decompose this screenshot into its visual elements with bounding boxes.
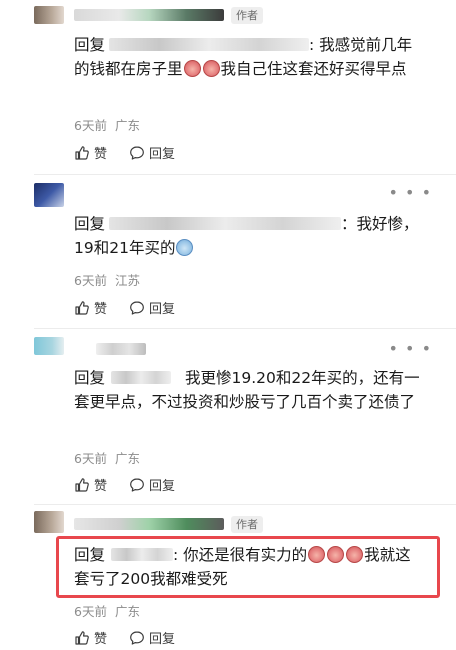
more-options-icon[interactable]: • • • [389,183,432,202]
mention-username[interactable] [109,217,342,230]
more-options-icon[interactable]: • • • [389,339,432,358]
comment-actions: 赞 回复 [74,628,175,647]
reply-prefix: 回复 [74,215,106,233]
reply-label: 回复 [149,632,176,647]
comment-time: 6天前 [74,604,107,619]
divider [34,328,456,329]
divider [34,504,456,505]
comment-time: 6天前 [74,118,107,133]
like-label: 赞 [94,479,108,494]
comment-time: 6天前 [74,451,107,466]
comment-meta: 6天前 广东 [74,448,140,467]
author-badge: 作者 [231,7,263,24]
comment-meta: 6天前 广东 [74,115,140,134]
comment-actions: 赞 回复 [74,298,175,317]
reply-button[interactable]: 回复 [129,475,175,494]
reply-label: 回复 [149,479,176,494]
comment-bubble-icon [130,477,144,492]
like-label: 赞 [94,302,108,317]
cry-emoji-icon [202,60,220,77]
reply-button[interactable]: 回复 [129,628,175,647]
comment-actions: 赞 回复 [74,143,175,162]
reply-button[interactable]: 回复 [129,143,175,162]
like-label: 赞 [94,632,108,647]
comment-body-tail: 我自己住这套还好买得早点 [220,60,407,78]
comment-actions: 赞 回复 [74,475,175,494]
thumbs-up-icon [75,300,89,315]
avatar[interactable] [34,183,64,207]
reply-prefix: 回复 [74,36,106,54]
comment-location: 广东 [114,451,140,466]
username[interactable] [74,518,224,530]
comment-meta: 6天前 江苏 [74,270,140,289]
comment-bubble-icon [130,300,144,315]
highlight-box [56,536,440,598]
like-label: 赞 [94,147,108,162]
like-button[interactable]: 赞 [74,475,107,494]
avatar[interactable] [34,511,64,533]
comment-text: 回复 ：我好惨，19和21年买的 [74,212,426,260]
comment-time: 6天前 [74,273,107,288]
cry-emoji-icon [183,60,201,77]
avatar[interactable] [34,6,64,24]
mention-username[interactable] [109,38,310,51]
comment-bubble-icon [130,630,144,645]
comment-location: 江苏 [114,273,140,288]
username[interactable] [74,9,224,21]
comment-meta: 6天前 广东 [74,601,140,620]
comment-location: 广东 [114,118,140,133]
reply-prefix: 回复 [74,369,106,387]
comment-text: 回复 我更惨19.20和22年买的，还有一套更早点，不过投资和炒股亏了几百个卖了还… [74,366,426,414]
author-badge: 作者 [231,516,263,533]
like-button[interactable]: 赞 [74,143,107,162]
thumbs-up-icon [75,630,89,645]
divider [34,174,456,175]
reply-label: 回复 [149,147,176,162]
thumbs-up-icon [75,477,89,492]
thumbs-up-icon [75,145,89,160]
reply-label: 回复 [149,302,176,317]
sweat-emoji-icon [176,239,194,256]
like-button[interactable]: 赞 [74,628,107,647]
comment-location: 广东 [114,604,140,619]
reply-button[interactable]: 回复 [129,298,175,317]
comment-text: 回复: 我感觉前几年的钱都在房子里 我自己住这套还好买得早点 [74,33,426,81]
like-button[interactable]: 赞 [74,298,107,317]
mention-username[interactable] [111,371,172,384]
avatar[interactable] [34,337,64,355]
username[interactable] [96,343,146,355]
comment-bubble-icon [130,145,144,160]
